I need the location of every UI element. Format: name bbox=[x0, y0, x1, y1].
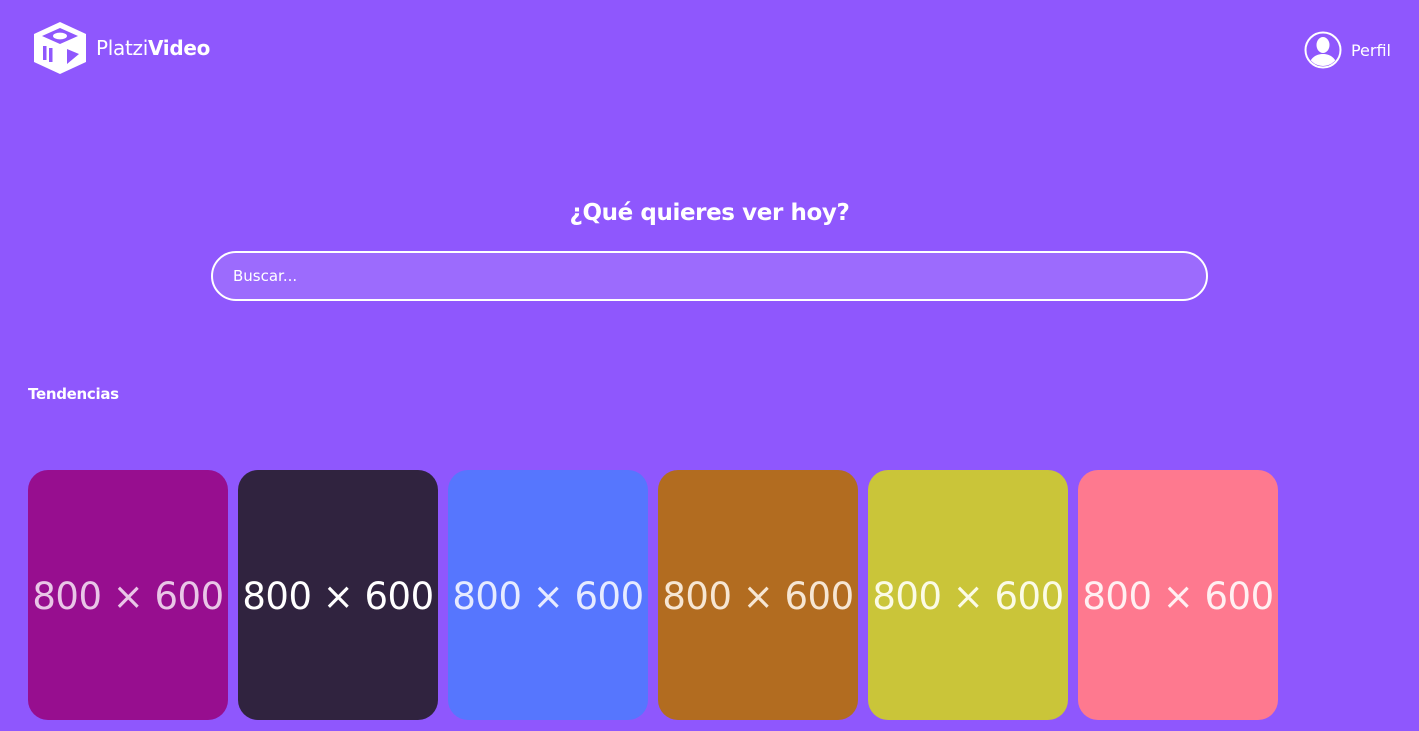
carousel-item-placeholder-label: 800 × 600 bbox=[452, 574, 644, 618]
platzivideo-logo[interactable]: PlatziVideo bbox=[32, 20, 210, 76]
carousel-item[interactable]: 800 × 600 bbox=[448, 470, 648, 720]
carousel-item-placeholder-label: 800 × 600 bbox=[662, 574, 854, 618]
carousel-item[interactable]: 800 × 600 bbox=[238, 470, 438, 720]
logo-text: PlatziVideo bbox=[96, 38, 210, 58]
cube-logo-icon bbox=[34, 22, 86, 74]
logo-text-bold: Video bbox=[147, 36, 211, 60]
user-avatar-icon bbox=[1304, 31, 1342, 69]
carousel-item-placeholder-label: 800 × 600 bbox=[32, 574, 224, 618]
carousel-item-placeholder-label: 800 × 600 bbox=[1082, 574, 1274, 618]
hero-title: ¿Qué quieres ver hoy? bbox=[569, 200, 850, 226]
carousel-item[interactable]: 800 × 600 bbox=[28, 470, 228, 720]
carousel-item-placeholder-label: 800 × 600 bbox=[242, 574, 434, 618]
carousel-item-placeholder-label: 800 × 600 bbox=[872, 574, 1064, 618]
profile-menu[interactable]: Perfil bbox=[1304, 31, 1391, 69]
carousel-item[interactable]: 800 × 600 bbox=[868, 470, 1068, 720]
trending-carousel: 800 × 600 800 × 600 800 × 600 800 × 600 … bbox=[28, 470, 1278, 720]
header: PlatziVideo Perfil bbox=[0, 0, 1419, 100]
carousel-item[interactable]: 800 × 600 bbox=[1078, 470, 1278, 720]
search-input[interactable] bbox=[211, 251, 1208, 301]
logo-text-light: Platzi bbox=[96, 36, 148, 60]
trending-section-title: Tendencias bbox=[28, 385, 119, 403]
carousel-item[interactable]: 800 × 600 bbox=[658, 470, 858, 720]
profile-label: Perfil bbox=[1350, 40, 1391, 60]
